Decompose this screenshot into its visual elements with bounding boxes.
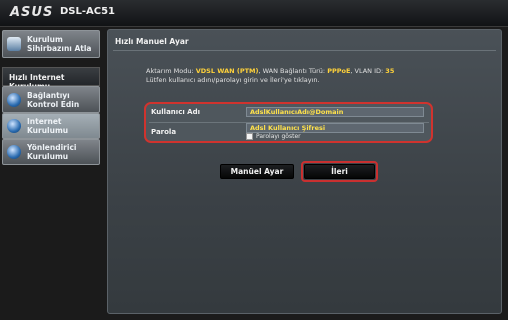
globe-icon	[7, 92, 21, 107]
top-bar: ASUS DSL-AC51	[0, 0, 508, 27]
sidebar-item-label: Bağlantıyı Kontrol Edin	[27, 90, 80, 109]
wizard-icon	[7, 37, 21, 51]
globe-icon	[7, 119, 21, 133]
show-password-checkbox[interactable]	[246, 133, 253, 140]
sidebar: Kurulum Sihirbazını Atla Hızlı Internet …	[2, 28, 100, 320]
connection-info: Aktarım Modu: VDSL WAN (PTM), WAN Bağlan…	[146, 67, 394, 75]
title-divider	[113, 50, 496, 51]
info-wan-text: , WAN Bağlantı Türü:	[258, 67, 328, 75]
sidebar-item-check-connection[interactable]: Bağlantıyı Kontrol Edin	[2, 86, 100, 113]
main-panel: Hızlı Manuel Ayar Aktarım Modu: VDSL WAN…	[107, 29, 502, 314]
show-password-row: Parolayı göster	[246, 133, 301, 140]
sidebar-section-title: Hızlı Internet Kurulumu	[2, 67, 100, 91]
password-label: Parola	[151, 128, 177, 136]
next-button[interactable]: İleri	[304, 164, 375, 179]
asus-logo: ASUS	[10, 5, 54, 20]
instruction-text: Lütfen kullanıcı adını/parolayı girin ve…	[146, 76, 320, 84]
username-label: Kullanıcı Adı	[151, 108, 201, 116]
info-prefix: Aktarım Modu:	[146, 67, 196, 75]
vlan-id: 35	[385, 67, 395, 75]
credentials-form: Kullanıcı Adı AdslKullanıcıAdı@Domain Pa…	[144, 102, 433, 143]
transfer-mode: VDSL WAN (PTM)	[195, 67, 259, 75]
skip-wizard-item[interactable]: Kurulum Sihirbazını Atla	[2, 30, 100, 58]
sidebar-item-router-setup[interactable]: Yönlendirici Kurulumu	[2, 139, 100, 165]
info-vlan-text: , VLAN ID:	[350, 67, 386, 75]
show-password-label: Parolayı göster	[256, 133, 301, 140]
sidebar-item-internet-setup[interactable]: Internet Kurulumu	[2, 113, 100, 139]
password-field[interactable]: Adsl Kullanıcı Şifresi	[246, 123, 424, 133]
skip-wizard-label: Kurulum Sihirbazını Atla	[27, 35, 92, 53]
model-name: DSL-AC51	[60, 6, 116, 17]
sidebar-item-label: Yönlendirici Kurulumu	[27, 143, 77, 161]
username-field[interactable]: AdslKullanıcıAdı@Domain	[246, 107, 424, 117]
globe-icon	[7, 145, 21, 159]
sidebar-item-label: Internet Kurulumu	[27, 117, 69, 135]
manual-setup-button[interactable]: Manüel Ayar	[220, 164, 294, 179]
wan-type: PPPoE	[327, 67, 351, 75]
page-title: Hızlı Manuel Ayar	[115, 37, 189, 46]
